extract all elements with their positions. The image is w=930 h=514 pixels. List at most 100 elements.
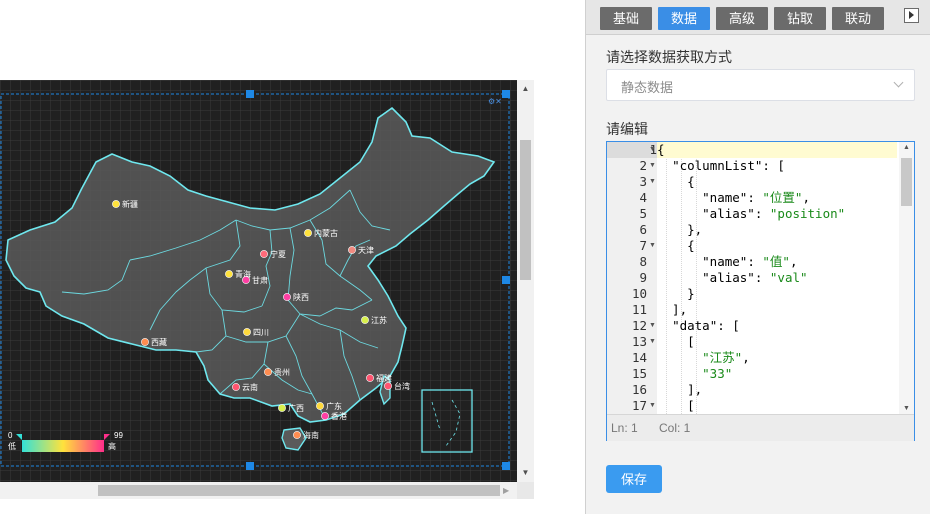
resize-handle-bottom[interactable]: [246, 462, 254, 470]
save-button[interactable]: 保存: [606, 465, 662, 493]
province-marker[interactable]: [225, 270, 233, 278]
code-line[interactable]: "name": "位置",: [657, 190, 810, 206]
province-marker[interactable]: [141, 338, 149, 346]
canvas-horizontal-scrollbar[interactable]: ▶: [0, 482, 517, 499]
code-line[interactable]: [: [657, 334, 695, 350]
cursor-line: Ln: 1: [611, 421, 638, 435]
legend-low-label: 低: [8, 441, 16, 451]
legend-max-value: 99: [114, 431, 123, 440]
line-number: 8: [639, 254, 647, 269]
code-line[interactable]: "江苏",: [657, 350, 750, 366]
editor-scroll-up-icon[interactable]: ▲: [899, 144, 914, 151]
province-label: 宁夏: [270, 249, 286, 259]
code-line[interactable]: [: [657, 398, 695, 414]
province-marker[interactable]: [264, 368, 272, 376]
province-label: 新疆: [122, 199, 138, 209]
province-marker[interactable]: [316, 402, 324, 410]
province-marker[interactable]: [278, 404, 286, 412]
editor-gutter: 1 ▼ 2 ▼ 3 ▼ 4 5 6 7 ▼ 8 9 10 11 12 ▼ 13 ▼ 14 15 16 17 ▼: [607, 142, 657, 414]
code-line[interactable]: "columnList": [: [657, 158, 785, 174]
editor-status-bar: Ln: 1 Col: 1: [607, 414, 914, 441]
code-line[interactable]: ],: [657, 382, 702, 398]
code-line[interactable]: "name": "值",: [657, 254, 797, 270]
widget-action-icon[interactable]: ⚙✕: [488, 97, 502, 106]
fold-toggle-icon[interactable]: ▼: [649, 398, 656, 414]
fold-toggle-icon[interactable]: ▼: [649, 238, 656, 254]
fold-toggle-icon[interactable]: ▼: [649, 158, 656, 174]
province-marker[interactable]: [366, 374, 374, 382]
code-line[interactable]: "data": [: [657, 318, 740, 334]
editor-scroll-down-icon[interactable]: ▼: [899, 405, 914, 412]
legend-gradient-bar: [22, 440, 104, 452]
line-number: 4: [639, 190, 647, 205]
province-label: 广西: [288, 403, 304, 413]
province-marker[interactable]: [242, 276, 250, 284]
scrollbar-corner: [517, 482, 534, 499]
vertical-scroll-thumb[interactable]: [520, 140, 531, 280]
line-number: 10: [631, 286, 647, 301]
line-number: 12: [631, 318, 647, 333]
province-marker[interactable]: [304, 229, 312, 237]
line-number: 13: [631, 334, 647, 349]
fold-toggle-icon[interactable]: ▼: [649, 318, 656, 334]
resize-handle-top-right[interactable]: [502, 90, 510, 98]
province-marker[interactable]: [232, 383, 240, 391]
canvas-vertical-scrollbar[interactable]: ▲ ▼: [517, 80, 534, 482]
scroll-up-arrow-icon[interactable]: ▲: [517, 82, 534, 96]
fold-toggle-icon[interactable]: ▼: [649, 334, 656, 350]
code-line[interactable]: "alias": "val": [657, 270, 807, 286]
province-marker[interactable]: [283, 293, 291, 301]
code-line[interactable]: ],: [657, 302, 687, 318]
tab-linkage[interactable]: 联动: [832, 7, 884, 30]
tab-basic[interactable]: 基础: [600, 7, 652, 30]
fold-toggle-icon[interactable]: ▼: [649, 174, 656, 190]
code-line[interactable]: {: [657, 238, 695, 254]
line-number: 2: [639, 158, 647, 173]
province-marker[interactable]: [243, 328, 251, 336]
code-line[interactable]: "33": [657, 366, 732, 382]
chevron-down-icon: [893, 77, 904, 88]
editor-vertical-scrollbar[interactable]: ▲ ▼: [899, 142, 914, 414]
editor-scroll-thumb[interactable]: [901, 158, 912, 206]
line-number: 5: [639, 206, 647, 221]
province-label: 云南: [242, 382, 258, 392]
resize-handle-top[interactable]: [246, 90, 254, 98]
code-line[interactable]: {: [657, 142, 897, 158]
fold-toggle-icon[interactable]: ▼: [649, 142, 656, 158]
editor-label: 请编辑: [606, 121, 648, 137]
china-map[interactable]: 新疆内蒙古天津宁夏青海甘肃陕西四川江苏西藏贵州云南福建台湾广西 广东香港海南 0 …: [0, 80, 517, 482]
json-editor[interactable]: 1 ▼ 2 ▼ 3 ▼ 4 5 6 7 ▼ 8 9 10 11 12 ▼ 13 ▼ 14 15 16 17 ▼ { "colu…: [606, 141, 915, 441]
code-line[interactable]: }: [657, 286, 695, 302]
province-label: 广东: [326, 401, 342, 411]
code-line[interactable]: "alias": "position": [657, 206, 845, 222]
cursor-column: Col: 1: [659, 421, 691, 435]
province-marker[interactable]: [260, 250, 268, 258]
province-label: 内蒙古: [314, 228, 338, 238]
province-marker[interactable]: [112, 200, 120, 208]
editor-code-area[interactable]: { "columnList": [ { "name": "位置", "alias…: [657, 142, 897, 414]
resize-handle-bottom-right[interactable]: [502, 462, 510, 470]
province-marker[interactable]: [361, 316, 369, 324]
data-source-select[interactable]: 静态数据: [606, 69, 915, 101]
province-label: 天津: [358, 245, 374, 255]
data-source-value: 静态数据: [621, 80, 674, 95]
code-line[interactable]: },: [657, 222, 702, 238]
province-label: 福建: [376, 373, 392, 383]
province-marker[interactable]: [384, 382, 392, 390]
line-number: 3: [639, 174, 647, 189]
horizontal-scroll-thumb[interactable]: [98, 485, 500, 496]
map-widget[interactable]: 新疆 内蒙古 天津 宁夏 青海 甘肃 陕西 四川 江苏 西藏 贵州 云南 福建 台湾 广西 广东 香港 海南 0 …: [0, 80, 517, 482]
province-label: 江苏: [371, 315, 387, 325]
code-line[interactable]: {: [657, 174, 695, 190]
tab-data[interactable]: 数据: [658, 7, 710, 30]
tab-advanced[interactable]: 高级: [716, 7, 768, 30]
scroll-right-arrow-icon[interactable]: ▶: [503, 482, 515, 499]
resize-handle-right[interactable]: [502, 276, 510, 284]
province-marker[interactable]: [293, 431, 301, 439]
scroll-down-arrow-icon[interactable]: ▼: [517, 466, 534, 480]
collapse-panel-icon[interactable]: [904, 8, 919, 23]
tab-drilldown[interactable]: 钻取: [774, 7, 826, 30]
province-marker[interactable]: [348, 246, 356, 254]
province-label: 西藏: [151, 337, 167, 347]
province-marker[interactable]: [321, 412, 329, 420]
